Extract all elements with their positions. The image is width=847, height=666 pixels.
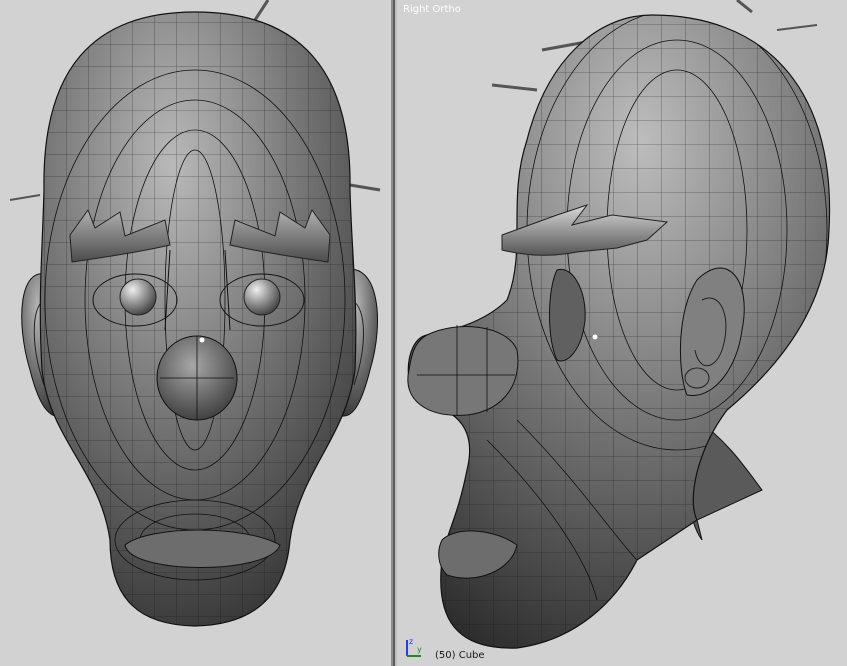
axis-gizmo-icon: z y — [406, 637, 422, 657]
left-eye — [119, 278, 157, 316]
svg-text:y: y — [417, 645, 422, 654]
right-ortho-viewport[interactable]: Right Ortho z y (50) Cube — [397, 0, 847, 666]
blender-workspace: Right Ortho z y (50) Cube — [0, 0, 847, 666]
side-view-canvas — [407, 0, 831, 649]
object-info-label: (50) Cube — [435, 650, 485, 661]
svg-text:z: z — [409, 637, 413, 646]
right-view-label: Right Ortho — [403, 4, 461, 15]
front-view-canvas — [9, 0, 381, 627]
right-eye — [243, 278, 281, 316]
front-viewport[interactable] — [0, 0, 391, 666]
